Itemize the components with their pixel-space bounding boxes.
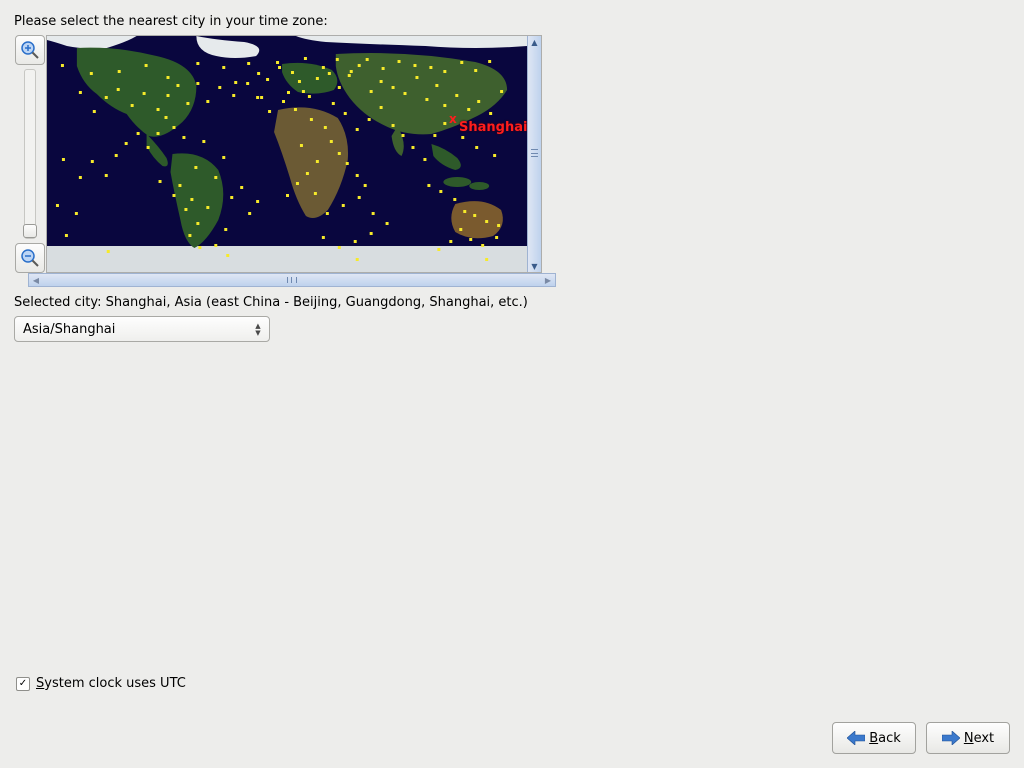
utc-checkbox[interactable]: ✓	[16, 677, 30, 691]
scroll-left-icon: ◀	[29, 274, 43, 286]
scroll-grip-icon	[287, 277, 297, 283]
scroll-up-icon: ▲	[528, 36, 541, 48]
scroll-right-icon: ▶	[541, 274, 555, 286]
arrow-right-icon	[942, 730, 960, 746]
zoom-out-icon	[20, 248, 40, 268]
zoom-in-icon	[20, 40, 40, 60]
world-map-svg	[47, 36, 527, 272]
world-map[interactable]: x Shanghai ▲ ▼	[46, 35, 542, 273]
zoom-slider[interactable]	[24, 69, 36, 239]
scroll-down-icon: ▼	[528, 260, 541, 272]
back-button-label: Back	[869, 731, 901, 746]
back-button[interactable]: Back	[832, 722, 916, 754]
arrow-left-icon	[847, 730, 865, 746]
combo-spinner-icon: ▲▼	[253, 323, 263, 336]
prompt-label: Please select the nearest city in your t…	[14, 14, 1010, 29]
timezone-combo[interactable]: Asia/Shanghai ▲▼	[14, 316, 270, 342]
zoom-controls	[14, 35, 46, 273]
next-button-label: Next	[964, 731, 994, 746]
zoom-out-button[interactable]	[15, 243, 45, 273]
zoom-in-button[interactable]	[15, 35, 45, 65]
map-vertical-scrollbar[interactable]: ▲ ▼	[527, 36, 541, 272]
selected-city-marker: x	[449, 114, 457, 124]
scroll-grip-icon	[531, 149, 538, 157]
map-horizontal-scrollbar[interactable]: ◀ ▶	[28, 273, 556, 287]
zoom-slider-handle[interactable]	[23, 224, 37, 238]
map-area: x Shanghai ▲ ▼	[14, 35, 542, 273]
next-button[interactable]: Next	[926, 722, 1010, 754]
selected-city-label: Selected city: Shanghai, Asia (east Chin…	[14, 295, 1010, 310]
selected-city-map-label: Shanghai	[459, 120, 527, 135]
timezone-combo-value: Asia/Shanghai	[23, 322, 115, 337]
utc-checkbox-label: System clock uses UTC	[36, 676, 186, 691]
